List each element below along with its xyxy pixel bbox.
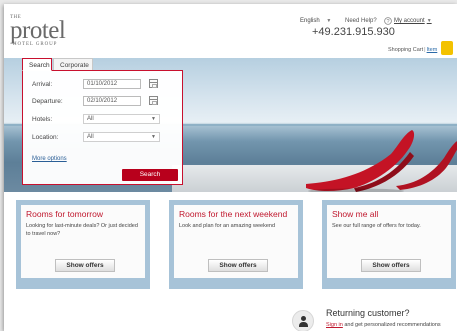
offer-card: Show me all See our full range of offers…: [327, 205, 451, 278]
cart-icon[interactable]: [441, 41, 453, 55]
offer-title: Rooms for tomorrow: [26, 209, 103, 219]
location-row: Location: All ▼: [32, 132, 180, 143]
sign-in-link[interactable]: Sign in: [326, 322, 343, 328]
returning-customer-text: Sign in and get personalized recommendat…: [326, 322, 441, 328]
more-options-link[interactable]: More options: [32, 156, 67, 162]
user-icon: [292, 310, 314, 331]
protel-logo[interactable]: THE protel HOTEL GROUP: [10, 15, 66, 47]
departure-label: Departure:: [32, 98, 63, 105]
user-icon-head: [301, 316, 306, 321]
hotels-label: Hotels:: [32, 116, 53, 123]
departure-date-input[interactable]: 02/10/2012: [83, 96, 141, 106]
show-offers-button[interactable]: Show offers: [208, 259, 268, 272]
chevron-down-icon: ▼: [326, 18, 332, 24]
my-account-menu[interactable]: My account ▼: [394, 18, 432, 24]
phone-number[interactable]: +49.231.915.930: [312, 26, 395, 38]
hotels-select[interactable]: All ▼: [83, 114, 160, 124]
cart-separator: |: [424, 47, 426, 53]
language-selector[interactable]: English ▼: [300, 18, 331, 24]
tab-search[interactable]: Search: [22, 58, 52, 71]
chevron-down-icon: ▼: [151, 116, 156, 122]
logo-name: protel: [10, 17, 66, 44]
help-label[interactable]: Need Help?: [345, 18, 377, 24]
recommendations-text: and get personalized recommendations: [342, 322, 441, 328]
cart-items-link[interactable]: Item: [427, 47, 438, 53]
location-value: All: [87, 134, 94, 140]
departure-row: Departure: 02/10/2012: [32, 96, 180, 107]
search-button[interactable]: Search: [122, 169, 178, 181]
offer-card: Rooms for tomorrow Looking for last-minu…: [21, 205, 145, 278]
chevron-down-icon: ▼: [426, 18, 432, 24]
offer-rooms-tomorrow: Rooms for tomorrow Looking for last-minu…: [16, 200, 150, 289]
offer-card: Rooms for the next weekend Look and plan…: [174, 205, 298, 278]
show-offers-button[interactable]: Show offers: [361, 259, 421, 272]
language-label: English: [300, 18, 320, 24]
offer-text: See our full range of offers for today.: [332, 223, 421, 229]
offer-title: Rooms for the next weekend: [179, 209, 288, 219]
user-icon-body: [299, 322, 308, 327]
arrival-label: Arrival:: [32, 81, 53, 88]
calendar-icon[interactable]: [149, 96, 158, 105]
question-icon[interactable]: ?: [384, 17, 392, 25]
offer-next-weekend: Rooms for the next weekend Look and plan…: [169, 200, 303, 289]
arrival-row: Arrival: 01/10/2012: [32, 79, 180, 90]
cart-label: Shopping Cart: [388, 47, 424, 53]
page: THE protel HOTEL GROUP English ▼ Need He…: [4, 4, 457, 331]
lounge-chairs-image: [306, 130, 457, 192]
calendar-icon[interactable]: [149, 79, 158, 88]
svg-text:?: ?: [386, 19, 389, 25]
hotels-row: Hotels: All ▼: [32, 114, 180, 125]
location-select[interactable]: All ▼: [83, 132, 160, 142]
show-offers-button[interactable]: Show offers: [55, 259, 115, 272]
offer-text: Look and plan for an amazing weekend: [179, 223, 276, 229]
account-label: My account: [394, 18, 425, 24]
location-label: Location:: [32, 134, 59, 141]
offer-title: Show me all: [332, 209, 379, 219]
offer-text: Looking for last-minute deals? Or just d…: [26, 223, 138, 237]
chevron-down-icon: ▼: [151, 134, 156, 140]
offer-show-all: Show me all See our full range of offers…: [322, 200, 456, 289]
hotels-value: All: [87, 116, 94, 122]
search-panel: Arrival: 01/10/2012 Departure: 02/10/201…: [22, 70, 183, 185]
arrival-date-input[interactable]: 01/10/2012: [83, 79, 141, 89]
shopping-cart[interactable]: Shopping Cart|Item: [388, 47, 437, 53]
returning-customer-title: Returning customer?: [326, 308, 410, 318]
